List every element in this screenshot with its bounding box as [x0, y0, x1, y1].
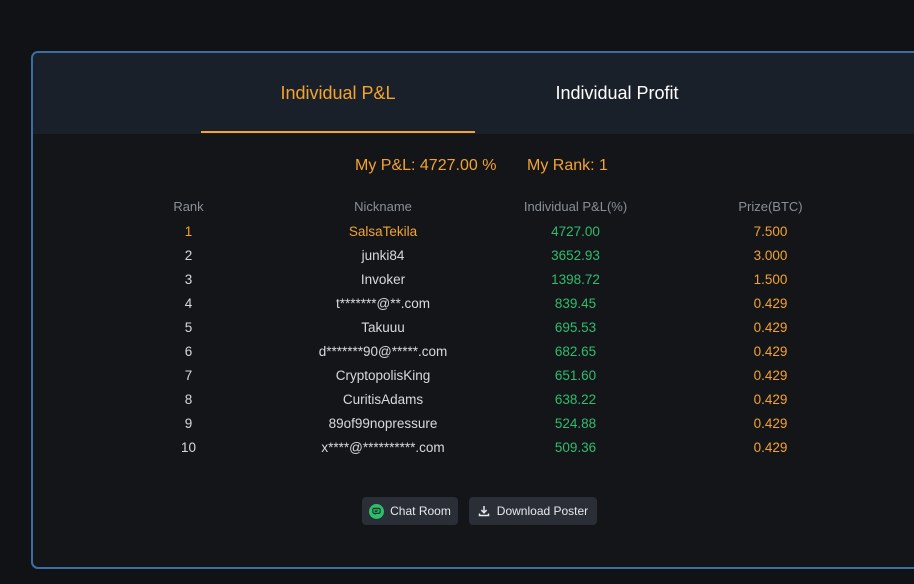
- rank-cell: 10: [180, 440, 197, 455]
- header-pnl: Individual P&L(%): [523, 199, 628, 214]
- table-row: 7 CryptopolisKing 651.60 0.429: [33, 366, 914, 390]
- my-summary: My P&L: 4727.00 % My Rank: 1: [33, 157, 914, 179]
- nickname-cell: 89of99nopressure: [328, 416, 438, 431]
- nickname-cell: Takuuu: [361, 320, 405, 335]
- table-row: 4 t*******@**.com 839.45 0.429: [33, 294, 914, 318]
- pnl-cell: 839.45: [554, 296, 597, 311]
- table-row: 8 CuritisAdams 638.22 0.429: [33, 390, 914, 414]
- table-row: 10 x****@**********.com 509.36 0.429: [33, 438, 914, 462]
- prize-cell: 7.500: [753, 224, 788, 239]
- nickname-cell: SalsaTekila: [348, 224, 418, 239]
- tab-individual-pnl[interactable]: Individual P&L: [201, 53, 475, 134]
- pnl-cell: 651.60: [554, 368, 597, 383]
- prize-cell: 0.429: [753, 416, 788, 431]
- nickname-cell: t*******@**.com: [336, 296, 430, 311]
- my-rank-text: My Rank: 1: [527, 157, 608, 174]
- pnl-cell: 4727.00: [551, 224, 600, 239]
- tab-bar: Individual P&L Individual Profit: [33, 53, 914, 134]
- pnl-cell: 3652.93: [551, 248, 600, 263]
- download-poster-label: Download Poster: [496, 504, 589, 518]
- pnl-cell: 524.88: [554, 416, 597, 431]
- pnl-cell: 1398.72: [551, 272, 600, 287]
- rank-cell: 8: [184, 392, 193, 407]
- prize-cell: 0.429: [753, 320, 788, 335]
- nickname-cell: CryptopolisKing: [335, 368, 431, 383]
- rank-cell: 2: [184, 248, 193, 263]
- table-row: 5 Takuuu 695.53 0.429: [33, 318, 914, 342]
- header-rank: Rank: [173, 199, 204, 214]
- nickname-cell: CuritisAdams: [342, 392, 424, 407]
- chat-bubble-icon: [369, 503, 385, 519]
- rank-cell: 3: [184, 272, 193, 287]
- tab-individual-profit[interactable]: Individual Profit: [480, 53, 754, 134]
- rank-cell: 6: [184, 344, 193, 359]
- table-header: Rank Nickname Individual P&L(%) Prize(BT…: [33, 199, 914, 217]
- header-prize: Prize(BTC): [738, 199, 803, 214]
- nickname-cell: Invoker: [360, 272, 406, 287]
- header-nickname: Nickname: [354, 199, 412, 214]
- prize-cell: 1.500: [753, 272, 788, 287]
- nickname-cell: junki84: [361, 248, 405, 263]
- prize-cell: 0.429: [753, 440, 788, 455]
- prize-cell: 3.000: [753, 248, 788, 263]
- prize-cell: 0.429: [753, 344, 788, 359]
- chat-room-label: Chat Room: [390, 504, 451, 518]
- rank-cell: 1: [184, 224, 193, 239]
- prize-cell: 0.429: [753, 296, 788, 311]
- pnl-cell: 509.36: [554, 440, 597, 455]
- nickname-cell: x****@**********.com: [321, 440, 445, 455]
- table-row: 3 Invoker 1398.72 1.500: [33, 270, 914, 294]
- rank-cell: 4: [184, 296, 193, 311]
- table-row: 9 89of99nopressure 524.88 0.429: [33, 414, 914, 438]
- download-poster-button[interactable]: Download Poster: [469, 497, 597, 525]
- pnl-cell: 682.65: [554, 344, 597, 359]
- active-tab-indicator: [201, 131, 475, 133]
- pnl-cell: 638.22: [554, 392, 597, 407]
- rank-cell: 9: [184, 416, 193, 431]
- table-row: 2 junki84 3652.93 3.000: [33, 246, 914, 270]
- rank-cell: 5: [184, 320, 193, 335]
- my-pnl-text: My P&L: 4727.00 %: [355, 157, 497, 174]
- download-icon: [478, 505, 490, 517]
- rank-cell: 7: [184, 368, 193, 383]
- leaderboard-rows: 1 SalsaTekila 4727.00 7.500 2 junki84 3652.93 3…: [33, 222, 914, 462]
- nickname-cell: d*******90@*****.com: [318, 344, 448, 359]
- prize-cell: 0.429: [753, 392, 788, 407]
- leaderboard-card: Individual P&L Individual Profit My P&L:…: [31, 51, 914, 569]
- pnl-cell: 695.53: [554, 320, 597, 335]
- table-row: 6 d*******90@*****.com 682.65 0.429: [33, 342, 914, 366]
- prize-cell: 0.429: [753, 368, 788, 383]
- chat-room-button[interactable]: Chat Room: [362, 497, 458, 525]
- table-row: 1 SalsaTekila 4727.00 7.500: [33, 222, 914, 246]
